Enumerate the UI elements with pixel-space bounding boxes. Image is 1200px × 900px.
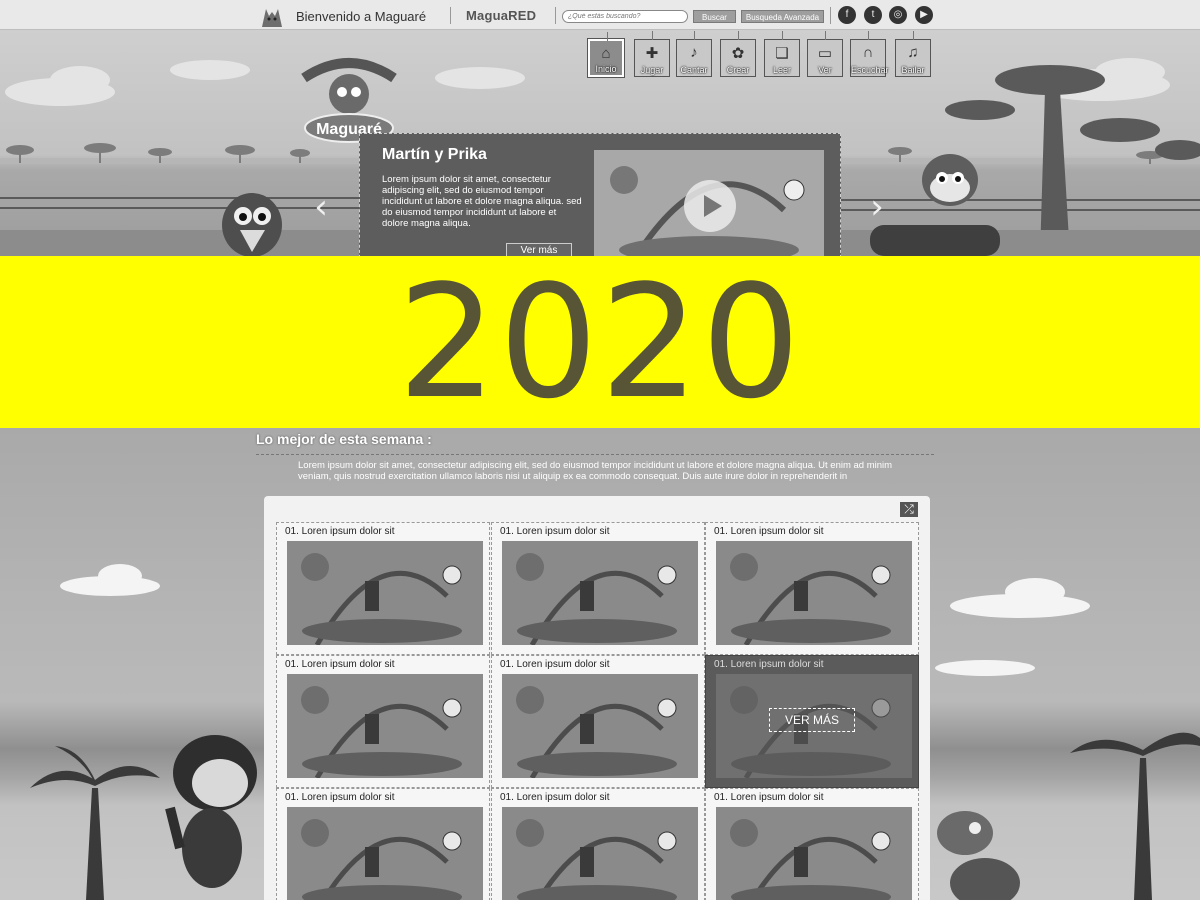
video-card[interactable]: 01. Loren ipsum dolor sit VER MÁS xyxy=(705,655,919,788)
nav-cantar[interactable]: ♪ Cantar xyxy=(676,31,712,77)
card-thumbnail[interactable] xyxy=(287,541,483,645)
scene-illustration xyxy=(502,807,698,900)
nav-label: Leer xyxy=(772,65,791,75)
scene-illustration xyxy=(502,674,698,778)
microphone-icon: ♪ xyxy=(690,44,698,61)
scene-illustration xyxy=(502,541,698,645)
nav-ver[interactable]: ▭ Ver xyxy=(807,31,843,77)
card-more-button[interactable]: VER MÁS xyxy=(769,708,855,732)
slide-title: Martín y Prika xyxy=(382,146,487,163)
weekly-best-section: Lo mejor de esta semana : Lorem ipsum do… xyxy=(0,428,1200,900)
card-thumbnail[interactable] xyxy=(716,541,912,645)
nav-label: Bailar xyxy=(901,65,925,75)
video-card[interactable]: 01. Loren ipsum dolor sit xyxy=(276,522,490,655)
nav-inicio[interactable]: ⌂ Inicio xyxy=(588,32,624,77)
nav-label: Inicio xyxy=(595,64,617,74)
nav-label: Cantar xyxy=(680,65,708,75)
video-card[interactable]: 01. Loren ipsum dolor sit xyxy=(705,522,919,655)
slider-next-arrow[interactable]: › xyxy=(866,187,888,227)
palette-icon: ✿ xyxy=(731,45,745,62)
slider-prev-arrow[interactable]: ‹ xyxy=(310,187,332,227)
headphones-icon: ∩ xyxy=(862,44,874,61)
nav-bailar[interactable]: ♫ Bailar xyxy=(895,31,931,77)
card-title: 01. Loren ipsum dolor sit xyxy=(500,659,610,670)
video-grid-panel: ⤮ 01. Loren ipsum dolor sit 01. Loren ips… xyxy=(264,496,930,900)
video-card[interactable]: 01. Loren ipsum dolor sit xyxy=(491,788,705,900)
book-icon: ❏ xyxy=(775,45,789,62)
advanced-search-button[interactable]: Busqueda Avanzada xyxy=(741,10,824,23)
home-icon: ⌂ xyxy=(601,45,611,62)
divider xyxy=(256,454,934,455)
card-title: 01. Loren ipsum dolor sit xyxy=(500,792,610,803)
divider xyxy=(450,7,451,24)
card-thumbnail[interactable] xyxy=(502,807,698,900)
welcome-text: Bienvenido a Maguaré xyxy=(296,9,427,24)
music-note-icon: ♫ xyxy=(907,44,919,61)
card-thumbnail[interactable] xyxy=(287,807,483,900)
scene-illustration xyxy=(287,541,483,645)
video-card[interactable]: 01. Loren ipsum dolor sit xyxy=(491,522,705,655)
instagram-icon[interactable]: ◎ xyxy=(889,6,907,24)
top-bar: Bienvenido a Maguaré MaguaRED Buscar Bus… xyxy=(0,0,1200,30)
scene-illustration xyxy=(716,807,912,900)
nav-escuchar[interactable]: ∩ Escuchar xyxy=(850,31,889,77)
nav-jugar[interactable]: ✚ Jugar xyxy=(634,31,670,77)
section-title: Lo mejor de esta semana : xyxy=(256,431,432,447)
featured-slider: Martín y Prika Lorem ipsum dolor sit ame… xyxy=(359,133,841,256)
slide-description: Lorem ipsum dolor sit amet, consectetur … xyxy=(382,174,582,229)
play-icon[interactable] xyxy=(684,180,736,232)
youtube-icon[interactable]: ▶ xyxy=(915,6,933,24)
video-card[interactable]: 01. Loren ipsum dolor sit xyxy=(705,788,919,900)
card-title: 01. Loren ipsum dolor sit xyxy=(285,792,395,803)
card-title: 01. Loren ipsum dolor sit xyxy=(500,526,610,537)
nav-label: Crear xyxy=(726,65,750,75)
fox-logo-icon xyxy=(262,9,282,27)
divider xyxy=(555,7,556,24)
hero-section: Maguaré ⌂ Inicio ✚ Jugar ♪ Cantar ✿ Crea… xyxy=(0,30,1200,256)
scene-illustration xyxy=(287,674,483,778)
video-thumbnail[interactable] xyxy=(594,150,824,256)
card-thumbnail[interactable] xyxy=(502,541,698,645)
nav-crear[interactable]: ✿ Crear xyxy=(720,31,756,77)
search-button[interactable]: Buscar xyxy=(693,10,736,23)
scene-illustration xyxy=(716,541,912,645)
facebook-icon[interactable]: f xyxy=(838,6,856,24)
card-thumbnail[interactable] xyxy=(287,674,483,778)
banner-year: 2020 xyxy=(397,251,803,433)
maguared-link[interactable]: MaguaRED xyxy=(466,8,536,23)
video-card[interactable]: 01. Loren ipsum dolor sit xyxy=(491,655,705,788)
card-title: 01. Loren ipsum dolor sit xyxy=(714,526,824,537)
nav-leer[interactable]: ❏ Leer xyxy=(764,31,800,77)
twitter-icon[interactable]: t xyxy=(864,6,882,24)
card-thumbnail[interactable] xyxy=(502,674,698,778)
divider xyxy=(830,7,831,24)
card-title: 01. Loren ipsum dolor sit xyxy=(285,526,395,537)
shuffle-icon[interactable]: ⤮ xyxy=(900,502,918,517)
card-title: 01. Loren ipsum dolor sit xyxy=(285,659,395,670)
video-card[interactable]: 01. Loren ipsum dolor sit xyxy=(276,788,490,900)
card-title: 01. Loren ipsum dolor sit xyxy=(714,792,824,803)
video-card[interactable]: 01. Loren ipsum dolor sit xyxy=(276,655,490,788)
scene-illustration xyxy=(287,807,483,900)
nav-label: Escuchar xyxy=(851,65,889,75)
card-thumbnail[interactable] xyxy=(716,807,912,900)
section-description: Lorem ipsum dolor sit amet, consectetur … xyxy=(298,460,893,482)
search-input[interactable] xyxy=(562,10,688,23)
card-title: 01. Loren ipsum dolor sit xyxy=(714,659,824,670)
nav-label: Ver xyxy=(818,65,832,75)
nav-label: Jugar xyxy=(640,65,664,75)
gamepad-icon: ✚ xyxy=(645,45,659,62)
maguare-logo: Maguaré xyxy=(301,58,397,143)
tv-icon: ▭ xyxy=(817,45,833,62)
year-banner: 2020 xyxy=(0,256,1200,428)
